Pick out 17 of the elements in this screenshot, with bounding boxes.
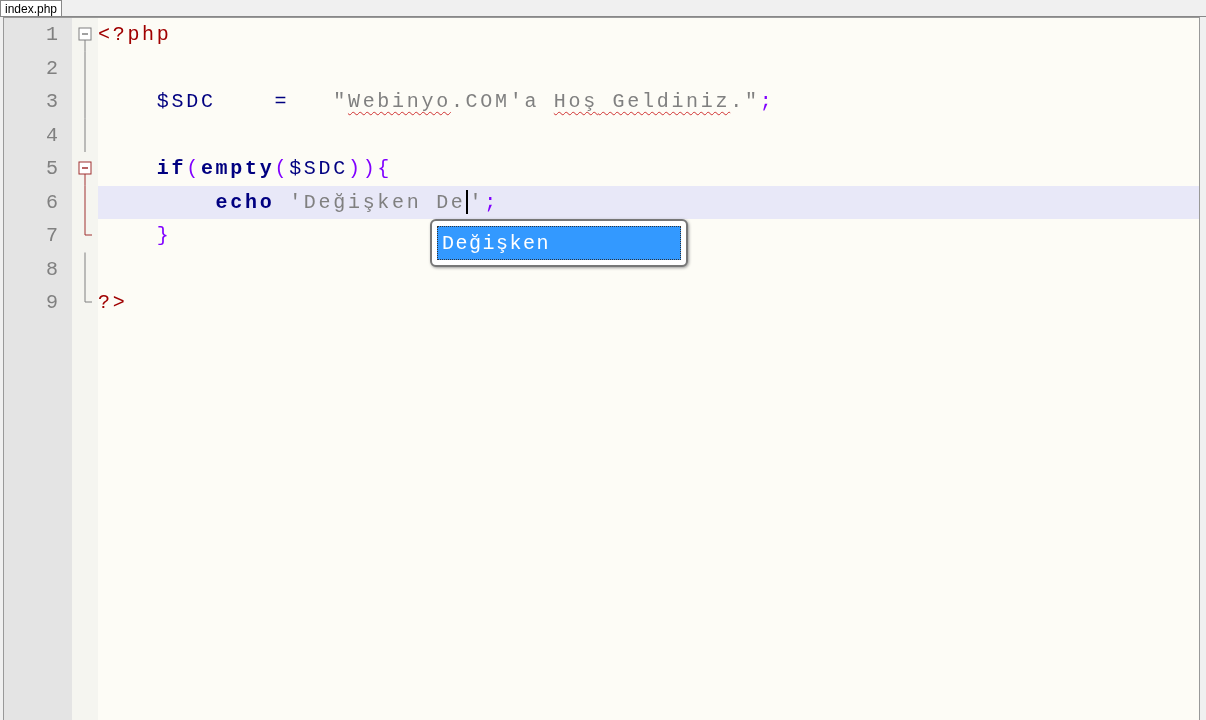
line-number: 1 [45,22,59,49]
code-line: $SDC = "Webinyo.COM'a Hoş Geldiniz."; [155,90,775,114]
line-number: 5 [45,156,59,183]
line-number: 6 [45,189,59,216]
code-line: if(empty($SDC)){ [155,157,393,181]
line-number: 7 [45,223,59,250]
line-number: 3 [45,89,59,116]
line-number: 4 [45,122,59,149]
code-line: } [155,224,172,248]
code-line: ?> [98,291,128,315]
line-number: 8 [45,256,59,283]
code-line: <?php [98,23,172,47]
text-caret [465,190,468,215]
line-number: 9 [45,290,59,317]
file-tab[interactable]: index.php [0,0,63,16]
line-number: 2 [45,55,59,82]
code-line: echo 'Değişken De '; [214,190,499,215]
